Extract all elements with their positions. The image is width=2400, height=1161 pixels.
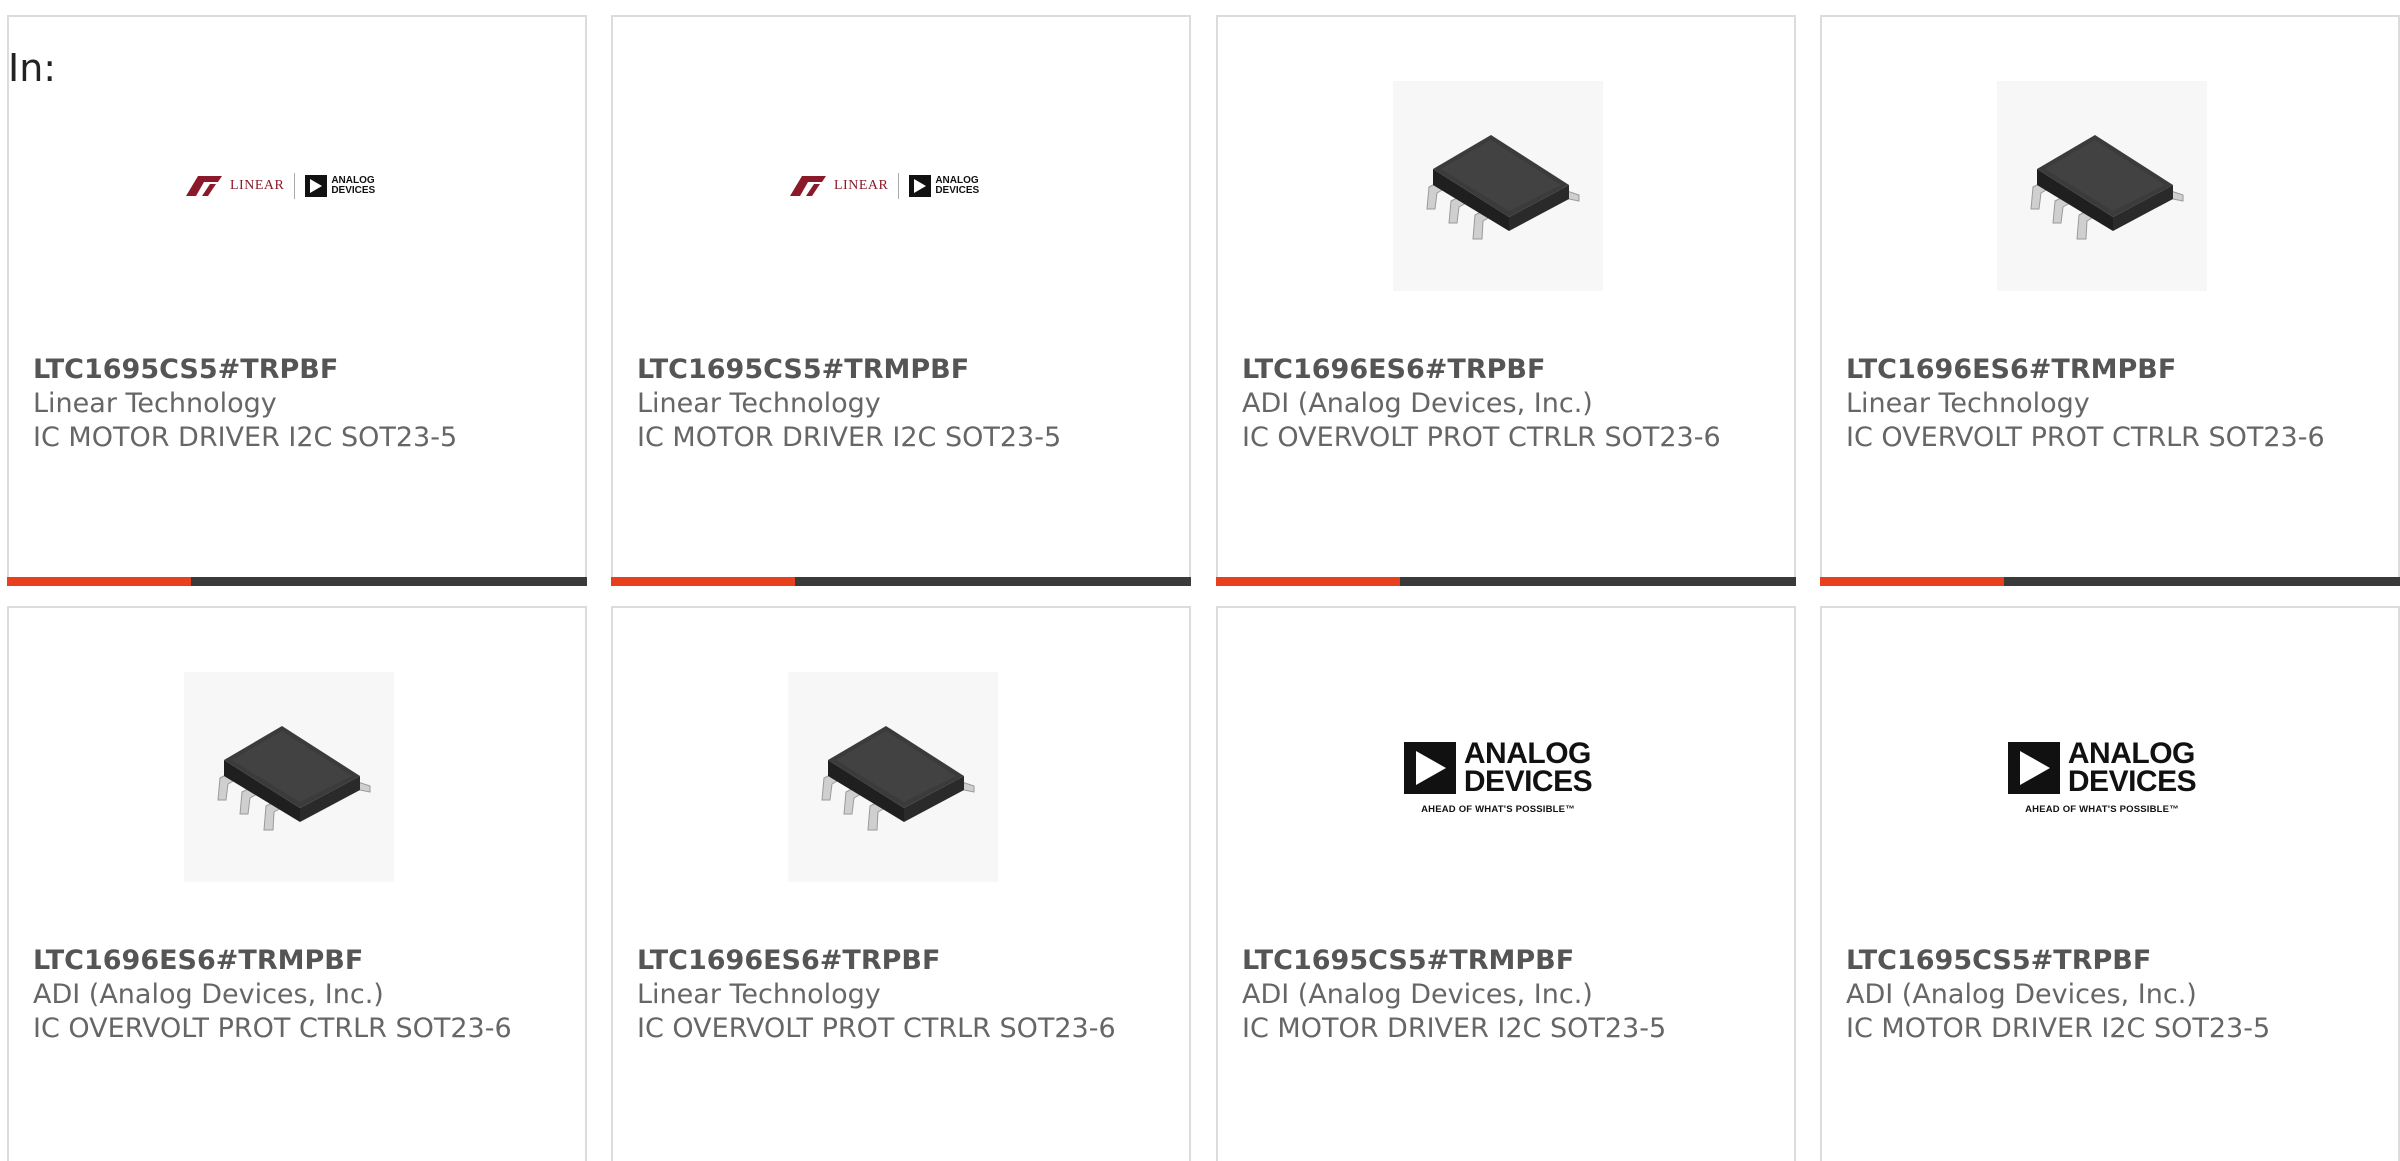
part-number-link[interactable]: LTC1696ES6#TRMPBF — [1846, 353, 2376, 387]
manufacturer-label: Linear Technology — [33, 388, 277, 419]
product-card[interactable]: ANALOG DEVICES AHEAD OF WHAT'S POSSIBLE™ LT… — [1820, 606, 2400, 1161]
product-card[interactable]: ANALOG DEVICES AHEAD OF WHAT'S POSSIBLE™ LT… — [1216, 606, 1796, 1161]
product-info: LTC1695CS5#TRPBF ADI (Analog Devices, Inc… — [1846, 944, 2376, 1046]
card-bottom-bar — [1216, 577, 1796, 586]
product-info: LTC1696ES6#TRPBF Linear Technology IC OVER… — [637, 944, 1167, 1046]
analog-devices-logo: ANALOG DEVICES AHEAD OF WHAT'S POSSIBLE™ — [1393, 736, 1603, 815]
manufacturer-label: Linear Technology — [637, 388, 881, 419]
part-number-link[interactable]: LTC1695CS5#TRPBF — [1846, 944, 2376, 978]
chip-image — [184, 672, 394, 882]
product-image[interactable]: LINEAR ANALOG DEVICES — [788, 81, 998, 291]
in-label: In: — [8, 46, 57, 90]
product-info: LTC1696ES6#TRMPBF ADI (Analog Devices, In… — [33, 944, 563, 1046]
analog-triangle-icon — [305, 175, 328, 197]
linear-logo-mark-icon: LINEAR — [788, 174, 888, 198]
analog-devices-mini-logo: ANALOG DEVICES — [909, 175, 979, 197]
product-info: LTC1696ES6#TRPBF ADI (Analog Devices, Inc… — [1242, 353, 1772, 455]
product-card[interactable]: LTC1696ES6#TRPBF ADI (Analog Devices, Inc… — [1216, 15, 1796, 586]
product-image[interactable] — [788, 672, 998, 882]
devices-text: DEVICES — [331, 185, 376, 196]
manufacturer-label: ADI (Analog Devices, Inc.) — [1846, 979, 2197, 1010]
card-accent-segment — [611, 577, 795, 586]
card-bottom-bar — [1820, 577, 2400, 586]
product-card[interactable]: LINEAR ANALOG DEVICES LTC1695CS5#TRMPBF Line… — [611, 15, 1191, 586]
part-number-link[interactable]: LTC1696ES6#TRPBF — [1242, 353, 1772, 387]
description-label: IC MOTOR DRIVER I2C SOT23-5 — [1242, 1013, 1667, 1044]
analog-devices-mini-logo: ANALOG DEVICES — [305, 175, 375, 197]
manufacturer-label: Linear Technology — [1846, 388, 2090, 419]
analog-text: ANALOG — [2067, 736, 2196, 770]
product-image[interactable]: LINEAR ANALOG DEVICES — [184, 81, 394, 291]
description-label: IC MOTOR DRIVER I2C SOT23-5 — [33, 422, 458, 453]
linear-analog-logo: LINEAR ANALOG DEVICES — [184, 166, 394, 206]
description-label: IC OVERVOLT PROT CTRLR SOT23-6 — [637, 1013, 1116, 1044]
logo-tagline: AHEAD OF WHAT'S POSSIBLE™ — [2025, 803, 2179, 815]
part-number-link[interactable]: LTC1695CS5#TRPBF — [33, 353, 563, 387]
card-accent-segment — [1216, 577, 1400, 586]
card-accent-segment — [1820, 577, 2004, 586]
product-image[interactable] — [184, 672, 394, 882]
chip-image — [788, 672, 998, 882]
part-number-link[interactable]: LTC1695CS5#TRMPBF — [1242, 944, 1772, 978]
product-card[interactable]: LTC1696ES6#TRPBF Linear Technology IC OVER… — [611, 606, 1191, 1161]
devices-text: DEVICES — [2067, 764, 2197, 798]
product-card[interactable]: LTC1696ES6#TRMPBF ADI (Analog Devices, In… — [7, 606, 587, 1161]
part-number-link[interactable]: LTC1695CS5#TRMPBF — [637, 353, 1167, 387]
linear-logo-text: LINEAR — [230, 178, 285, 193]
analog-text: ANALOG — [1463, 736, 1592, 770]
product-card[interactable]: LINEAR ANALOG DEVICES LTC1695CS5#TRPBF Linea… — [7, 15, 587, 586]
linear-logo-mark-icon: LINEAR — [184, 174, 284, 198]
description-label: IC OVERVOLT PROT CTRLR SOT23-6 — [1846, 422, 2325, 453]
manufacturer-label: ADI (Analog Devices, Inc.) — [1242, 979, 1593, 1010]
product-info: LTC1695CS5#TRPBF Linear Technology IC MOTO… — [33, 353, 563, 455]
devices-text: DEVICES — [1463, 764, 1593, 798]
product-image[interactable] — [1997, 81, 2207, 291]
product-image[interactable]: ANALOG DEVICES AHEAD OF WHAT'S POSSIBLE™ — [1393, 672, 1603, 882]
logo-divider — [294, 173, 296, 199]
part-number-link[interactable]: LTC1696ES6#TRPBF — [637, 944, 1167, 978]
product-image[interactable]: ANALOG DEVICES AHEAD OF WHAT'S POSSIBLE™ — [1997, 672, 2207, 882]
analog-devices-logo: ANALOG DEVICES AHEAD OF WHAT'S POSSIBLE™ — [1997, 736, 2207, 815]
linear-logo-text: LINEAR — [834, 178, 889, 193]
description-label: IC MOTOR DRIVER I2C SOT23-5 — [1846, 1013, 2271, 1044]
product-card[interactable]: LTC1696ES6#TRMPBF Linear Technology IC OVE… — [1820, 15, 2400, 586]
product-grid-page: In: LINEAR ANALOG DEVICES LTC1695CS5#TRPBF L… — [0, 0, 2400, 1161]
description-label: IC OVERVOLT PROT CTRLR SOT23-6 — [1242, 422, 1721, 453]
description-label: IC OVERVOLT PROT CTRLR SOT23-6 — [33, 1013, 512, 1044]
description-label: IC MOTOR DRIVER I2C SOT23-5 — [637, 422, 1062, 453]
analog-triangle-icon — [909, 175, 932, 197]
chip-image — [1393, 81, 1603, 291]
logo-tagline: AHEAD OF WHAT'S POSSIBLE™ — [1421, 803, 1575, 815]
analog-triangle-icon — [2007, 741, 2060, 794]
product-info: LTC1695CS5#TRMPBF ADI (Analog Devices, In… — [1242, 944, 1772, 1046]
manufacturer-label: Linear Technology — [637, 979, 881, 1010]
card-accent-segment — [7, 577, 191, 586]
analog-triangle-icon — [1403, 741, 1456, 794]
product-info: LTC1695CS5#TRMPBF Linear Technology IC MOT… — [637, 353, 1167, 455]
logo-divider — [898, 173, 900, 199]
linear-analog-logo: LINEAR ANALOG DEVICES — [788, 166, 998, 206]
devices-text: DEVICES — [935, 185, 980, 196]
manufacturer-label: ADI (Analog Devices, Inc.) — [1242, 388, 1593, 419]
chip-image — [1997, 81, 2207, 291]
part-number-link[interactable]: LTC1696ES6#TRMPBF — [33, 944, 563, 978]
product-image[interactable] — [1393, 81, 1603, 291]
product-info: LTC1696ES6#TRMPBF Linear Technology IC OVE… — [1846, 353, 2376, 455]
card-bottom-bar — [611, 577, 1191, 586]
manufacturer-label: ADI (Analog Devices, Inc.) — [33, 979, 384, 1010]
card-bottom-bar — [7, 577, 587, 586]
